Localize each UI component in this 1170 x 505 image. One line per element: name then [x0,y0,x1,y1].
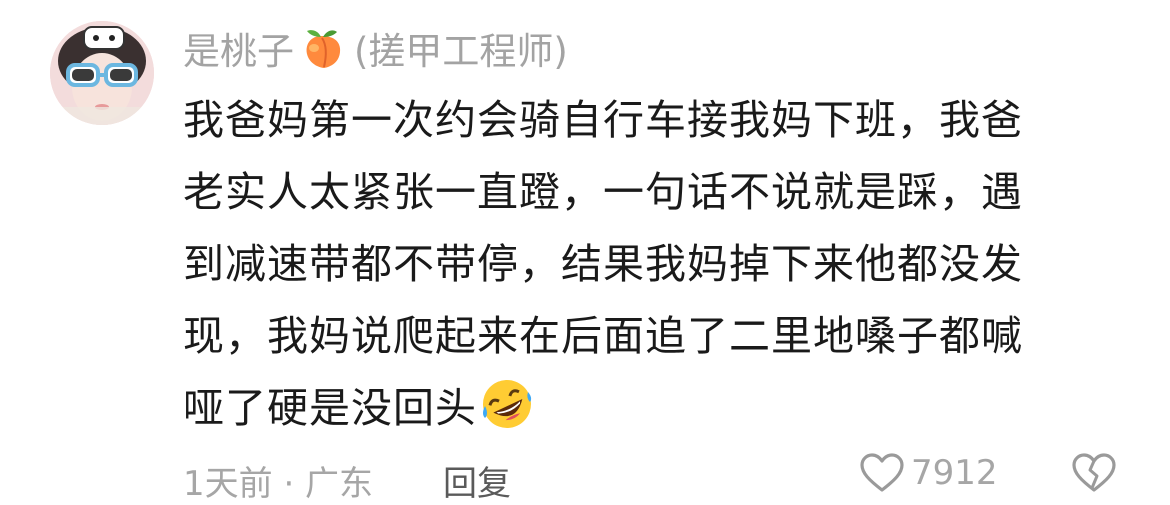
rolling-laughing-emoji-icon [479,376,535,432]
comment-line: 哑了硬是没回头 [183,384,477,432]
author-row: 是桃子 (搓甲工程师) [183,20,568,76]
author-name[interactable]: 是桃子 [183,21,294,75]
broken-heart-outline-icon [1072,453,1116,492]
like-button[interactable]: 7912 [859,452,998,494]
dislike-button[interactable] [1071,452,1117,503]
comment-line: 我爸妈第一次约会骑自行车接我妈下班，我爸 [183,96,1023,144]
comment-line-last: 哑了硬是没回头 [183,372,1103,444]
heart-outline-icon [860,453,904,492]
avatar-image [50,21,154,125]
comment-footer: 1天前 · 广东 回复 7912 [183,452,1143,505]
comment-meta: 1天前 · 广东 [183,464,374,504]
peach-emoji-icon [300,26,344,70]
reply-button[interactable]: 回复 [443,456,511,505]
comment-line: 现，我妈说爬起来在后面追了二里地嗓子都喊 [183,312,1023,360]
comment-line: 老实人太紧张一直蹬，一句话不说就是踩，遇 [183,168,1023,216]
avatar[interactable] [50,21,154,125]
author-verification: (搓甲工程师) [354,30,568,73]
comment-item: 是桃子 (搓甲工程师) 我爸妈第一次约会骑自行车接我妈下班，我爸 老实人太紧张一… [0,0,1170,504]
comment-text: 我爸妈第一次约会骑自行车接我妈下班，我爸 老实人太紧张一直蹬，一句话不说就是踩，… [183,84,1103,444]
comment-line: 到减速带都不带停，结果我妈掉下来他都没发 [183,240,1023,288]
like-count: 7912 [911,453,998,493]
